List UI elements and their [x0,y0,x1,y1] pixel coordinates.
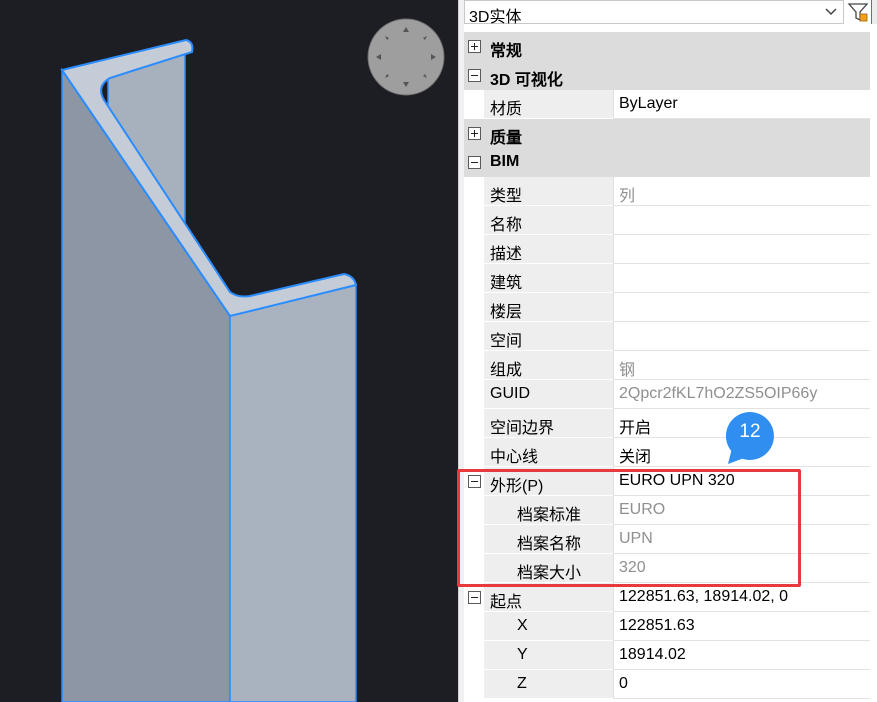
property-row[interactable]: 空间 [464,322,870,351]
property-row[interactable]: 描述 [464,235,870,264]
property-row[interactable]: 组成 钢 [464,351,870,380]
property-name-cell: 类型 [484,177,613,206]
property-name-cell: Z [484,670,613,699]
property-name-cell: 楼层 [484,293,613,322]
property-name: GUID [490,385,530,402]
property-row[interactable]: X 122851.63 [464,612,870,641]
filter-icon [847,3,869,22]
property-value-cell[interactable] [613,206,870,235]
property-name: Y [517,646,528,663]
property-row[interactable]: GUID 2Qpcr2fKL7hO2ZS5OIP66y [464,380,870,409]
property-name: 空间边界 [490,420,555,437]
property-value-cell[interactable]: 18914.02 [613,641,870,670]
property-row[interactable]: 材质 ByLayer [464,90,870,119]
collapse-minus-icon[interactable] [468,69,481,82]
property-name: 描述 [490,246,523,263]
property-name-cell: 名称 [484,206,613,235]
property-name: 中心线 [490,449,539,466]
property-value-cell[interactable]: 122851.63, 18914.02, 0 [613,583,870,612]
property-value: 18914.02 [619,646,686,663]
property-name: Z [517,675,527,692]
model-viewport[interactable] [0,0,458,702]
property-name: 建筑 [490,275,523,292]
property-name-cell: 空间 [484,322,613,351]
category-label: 质量 [490,130,523,147]
collapse-minus-icon[interactable] [468,156,481,169]
property-row[interactable]: 类型 列 [464,177,870,206]
category-row[interactable]: 3D 可视化 [464,61,870,90]
property-name-cell: 起点 [484,583,613,612]
property-value-cell[interactable]: 2Qpcr2fKL7hO2ZS5OIP66y [613,380,870,409]
property-row[interactable]: 名称 [464,206,870,235]
filter-button[interactable] [846,0,870,24]
property-value-cell[interactable] [613,293,870,322]
property-value: 钢 [619,362,636,379]
property-row[interactable]: Y 18914.02 [464,641,870,670]
property-value-cell[interactable] [613,264,870,293]
property-name-cell: X [484,612,613,641]
property-name: X [517,617,528,634]
category-row[interactable]: 常规 [464,32,870,61]
property-name: 类型 [490,188,523,205]
property-value: 122851.63, 18914.02, 0 [619,588,789,605]
property-name-cell: 材质 [484,90,613,119]
profile-highlight-box [457,469,801,587]
expand-plus-icon[interactable] [468,127,481,140]
property-value-cell[interactable]: ByLayer [613,90,870,119]
property-name: 名称 [490,217,523,234]
property-value: 0 [619,675,628,692]
property-value: 开启 [619,420,652,437]
view-navigator-icon[interactable] [367,18,445,96]
category-label: 常规 [490,43,523,60]
property-name: 组成 [490,362,523,379]
property-value-cell[interactable]: 钢 [613,351,870,380]
property-row[interactable]: 建筑 [464,264,870,293]
callout-number: 12 [739,421,761,442]
expand-plus-icon[interactable] [468,40,481,53]
property-value: 2Qpcr2fKL7hO2ZS5OIP66y [619,385,818,402]
collapse-minus-icon[interactable] [468,591,481,604]
property-row[interactable]: 空间边界 开启 [464,409,870,438]
property-value: 关闭 [619,449,652,466]
property-value-cell[interactable]: 122851.63 [613,612,870,641]
entity-type-selector[interactable]: 3D实体 [464,0,844,26]
property-value: 列 [619,188,636,205]
property-name-cell: 建筑 [484,264,613,293]
property-name-cell: 组成 [484,351,613,380]
property-value: 122851.63 [619,617,695,634]
property-value-cell[interactable]: 列 [613,177,870,206]
category-row[interactable]: BIM [464,148,870,177]
property-name-cell: 空间边界 [484,409,613,438]
property-name: 楼层 [490,304,523,321]
property-value-cell[interactable] [613,235,870,264]
channel-profile-drawing [60,38,358,702]
property-name-cell: Y [484,641,613,670]
category-row[interactable]: 质量 [464,119,870,148]
property-row[interactable]: Z0 [464,670,870,699]
property-value: ByLayer [619,95,678,112]
property-name: 起点 [490,594,523,611]
property-value-cell[interactable]: 0 [613,670,870,699]
property-row[interactable]: 中心线 关闭 [464,438,870,467]
property-value-cell[interactable] [613,322,870,351]
property-group-row[interactable]: 起点 122851.63, 18914.02, 0 [464,583,870,612]
property-name-cell: 中心线 [484,438,613,467]
property-name: 材质 [490,101,523,118]
property-row[interactable]: 楼层 [464,293,870,322]
dropdown-arrow-icon [825,8,837,16]
category-label: 3D 可视化 [490,72,563,89]
panel-collapse-button[interactable] [871,0,877,24]
properties-panel: 3D实体 常规 3D 可视化 材质 ByLayer 质量 BIM 类型 列名称描述建筑楼层空间… [464,0,877,702]
property-name-cell: 描述 [484,235,613,264]
profile-flange-face [229,284,357,702]
entity-type-value: 3D实体 [469,9,522,26]
property-name-cell: GUID [484,380,613,409]
property-name: 空间 [490,333,523,350]
category-label: BIM [490,153,520,170]
